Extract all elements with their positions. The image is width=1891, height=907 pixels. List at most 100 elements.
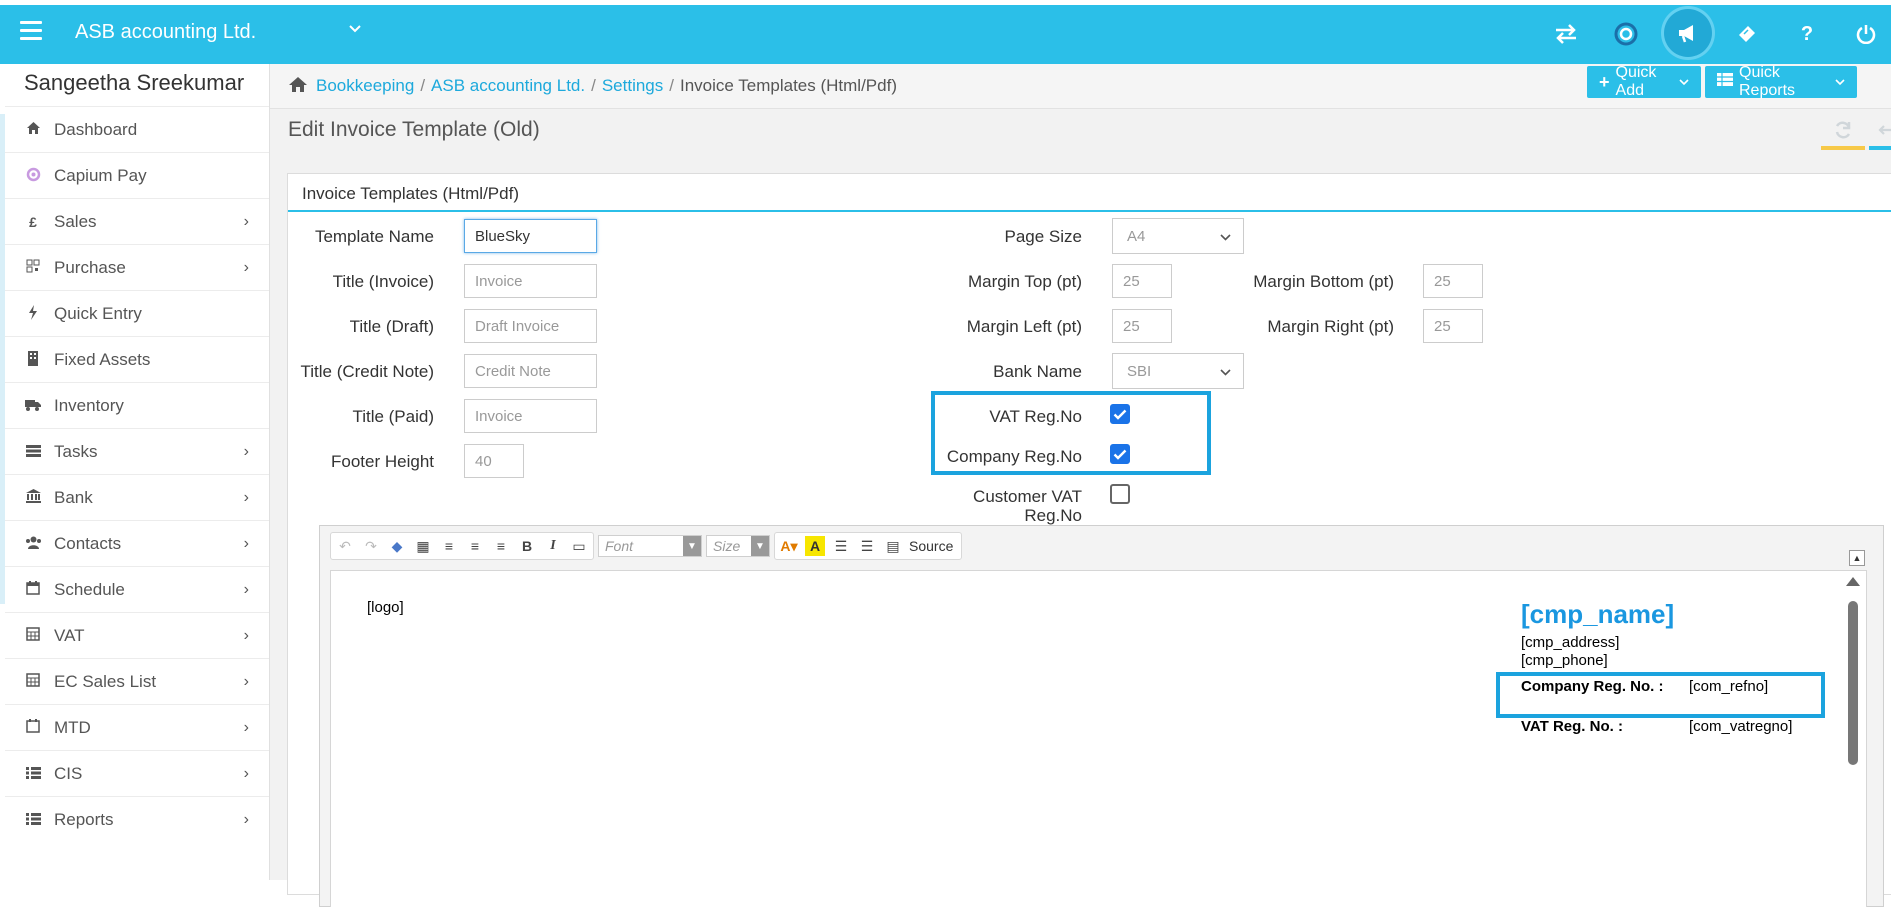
sidebar: Sangeetha Sreekumar Dashboard Capium Pay… — [0, 64, 270, 880]
breadcrumb-settings[interactable]: Settings — [602, 76, 663, 95]
breadcrumb-bar: Bookkeeping / ASB accounting Ltd. / Settings… — [270, 64, 1891, 109]
sidebar-item-label: CIS — [54, 763, 83, 783]
align-center-icon[interactable]: ≡ — [465, 536, 485, 556]
chevron-down-icon[interactable] — [348, 21, 362, 39]
title-draft-label: Title (Draft) — [349, 317, 434, 336]
title-invoice-input[interactable]: Invoice — [464, 264, 597, 298]
sidebar-item-dashboard[interactable]: Dashboard — [5, 106, 269, 152]
footer-height-input[interactable]: 40 — [464, 444, 524, 478]
sidebar-item-label: Bank — [54, 487, 93, 507]
calculator-icon — [24, 673, 42, 690]
eraser-icon[interactable]: ◆ — [387, 536, 407, 556]
calendar-icon — [24, 719, 42, 736]
sidebar-item-vat[interactable]: VAT › — [5, 612, 269, 658]
italic-icon[interactable]: I — [543, 536, 563, 556]
chevron-right-icon: › — [243, 442, 249, 460]
page-size-select[interactable]: A4 — [1112, 218, 1244, 254]
expand-icon[interactable] — [1869, 120, 1891, 150]
sidebar-item-label: MTD — [54, 717, 91, 737]
text-color-icon[interactable]: A▾ — [779, 536, 799, 556]
company-switcher[interactable]: ASB accounting Ltd. — [75, 21, 256, 44]
editor-content[interactable]: [logo] [cmp_name] [cmp_address] [cmp_pho… — [330, 570, 1867, 907]
company-reg-checkbox[interactable] — [1110, 444, 1130, 464]
redo-icon[interactable]: ↷ — [361, 536, 381, 556]
template-name-input[interactable]: BlueSky — [464, 219, 597, 253]
refresh-icon[interactable] — [1821, 120, 1865, 150]
help-icon[interactable]: ? — [1794, 21, 1820, 47]
margin-bottom-label: Margin Bottom (pt) — [1253, 272, 1394, 291]
capium-icon[interactable] — [1613, 21, 1639, 47]
sidebar-item-tasks[interactable]: Tasks › — [5, 428, 269, 474]
breadcrumb-company[interactable]: ASB accounting Ltd. — [431, 76, 585, 95]
power-icon[interactable] — [1853, 21, 1879, 47]
sidebar-item-label: Purchase — [54, 257, 126, 277]
sidebar-item-mtd[interactable]: MTD › — [5, 704, 269, 750]
align-right-icon[interactable]: ≡ — [491, 536, 511, 556]
chevron-down-icon — [1679, 73, 1689, 91]
customer-vat-checkbox[interactable] — [1110, 484, 1130, 504]
align-left-icon[interactable]: ≡ — [439, 536, 459, 556]
sidebar-item-reports[interactable]: Reports › — [5, 796, 269, 842]
breadcrumb: Bookkeeping / ASB accounting Ltd. / Settings… — [288, 76, 897, 98]
scroll-thumb[interactable] — [1848, 601, 1858, 765]
sidebar-item-contacts[interactable]: Contacts › — [5, 520, 269, 566]
sidebar-item-inventory[interactable]: Inventory — [5, 382, 269, 428]
table-icon[interactable]: ▦ — [413, 536, 433, 556]
background-color-icon[interactable]: A — [805, 536, 825, 556]
ticket-icon[interactable] — [1734, 21, 1760, 47]
sidebar-item-capium-pay[interactable]: Capium Pay — [5, 152, 269, 198]
bulleted-list-icon[interactable]: ☰ — [857, 536, 877, 556]
bold-icon[interactable]: B — [517, 536, 537, 556]
sidebar-item-ec-sales-list[interactable]: EC Sales List › — [5, 658, 269, 704]
home-icon — [24, 121, 42, 138]
undo-icon[interactable]: ↶ — [335, 536, 355, 556]
quick-add-button[interactable]: + Quick Add — [1587, 64, 1701, 99]
sidebar-item-schedule[interactable]: Schedule › — [5, 566, 269, 612]
chevron-down-icon — [1835, 73, 1845, 91]
sidebar-item-fixed-assets[interactable]: Fixed Assets — [5, 336, 269, 382]
top-bar: ASB accounting Ltd. ? — [0, 0, 1891, 64]
chevron-down-icon: ▼ — [751, 536, 769, 556]
margin-left-input[interactable]: 25 — [1112, 309, 1172, 343]
numbered-list-icon[interactable]: ☰ — [831, 536, 851, 556]
customer-vat-label: Customer VAT Reg.No — [973, 487, 1082, 525]
template-name-label: Template Name — [314, 227, 434, 246]
doc-vat-reg-value: [com_vatregno] — [1689, 718, 1793, 735]
hamburger-menu-icon[interactable] — [20, 21, 42, 41]
title-credit-note-input[interactable]: Credit Note — [464, 354, 597, 388]
sidebar-item-quick-entry[interactable]: Quick Entry — [5, 290, 269, 336]
sidebar-item-label: Inventory — [54, 395, 124, 415]
exchange-icon[interactable] — [1553, 21, 1579, 47]
sidebar-nav: Dashboard Capium Pay £ Sales › Purchase … — [5, 106, 269, 842]
breadcrumb-bookkeeping[interactable]: Bookkeeping — [316, 76, 414, 95]
collapse-toolbar-icon[interactable]: ▲ — [1849, 550, 1865, 566]
bolt-icon — [24, 304, 42, 323]
sidebar-item-label: Quick Entry — [54, 303, 142, 323]
margin-right-input[interactable]: 25 — [1423, 309, 1483, 343]
margin-bottom-input[interactable]: 25 — [1423, 264, 1483, 298]
plus-icon: + — [1599, 71, 1610, 92]
doc-vat-reg-label: VAT Reg. No. : — [1521, 718, 1623, 735]
title-draft-input[interactable]: Draft Invoice — [464, 309, 597, 343]
chevron-right-icon: › — [243, 810, 249, 828]
bank-name-select[interactable]: SBI — [1112, 353, 1244, 389]
title-credit-note-label: Title (Credit Note) — [300, 362, 434, 381]
quick-reports-button[interactable]: Quick Reports — [1705, 64, 1857, 99]
scroll-up-icon[interactable] — [1846, 577, 1860, 586]
horizontal-rule-icon[interactable]: ▭ — [569, 536, 589, 556]
size-select[interactable]: Size ▼ — [706, 535, 770, 557]
sidebar-item-cis[interactable]: CIS › — [5, 750, 269, 796]
font-select[interactable]: Font ▼ — [598, 535, 702, 557]
sidebar-item-bank[interactable]: Bank › — [5, 474, 269, 520]
editor-scrollbar[interactable] — [1846, 575, 1860, 905]
megaphone-icon[interactable] — [1664, 9, 1712, 57]
margin-top-input[interactable]: 25 — [1112, 264, 1172, 298]
title-paid-input[interactable]: Invoice — [464, 399, 597, 433]
truck-icon — [24, 398, 42, 414]
home-icon[interactable] — [288, 76, 308, 98]
sidebar-item-purchase[interactable]: Purchase › — [5, 244, 269, 290]
source-button[interactable]: Source — [909, 538, 957, 554]
sidebar-item-sales[interactable]: £ Sales › — [5, 198, 269, 244]
chevron-right-icon: › — [243, 580, 249, 598]
vat-reg-checkbox[interactable] — [1110, 404, 1130, 424]
